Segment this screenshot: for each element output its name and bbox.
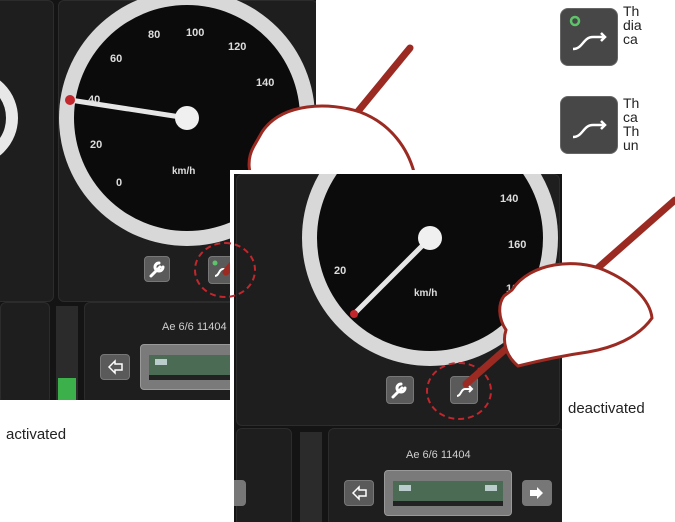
speed-tick-label: 80: [148, 29, 160, 41]
wrench-icon: [391, 382, 407, 399]
speed-tick-label: 160: [508, 239, 526, 251]
speed-unit-label: km/h: [414, 288, 437, 299]
loco-image: [384, 470, 512, 516]
arrow-left-icon: [351, 485, 367, 501]
left-gauge-ring: [0, 80, 18, 156]
speed-tick-label: 40: [88, 94, 100, 106]
previous-loco-button[interactable]: [344, 480, 374, 506]
arrow-left-icon: [107, 359, 123, 375]
deactivated-screenshot: 20 140 160 180 km/h Ae 6/6 11404: [230, 170, 562, 522]
caption-deactivated: deactivated: [568, 400, 645, 417]
legend-button-activated: [560, 8, 618, 66]
speed-tick-label: 60: [110, 53, 122, 65]
legend-button-deactivated: [560, 96, 618, 154]
control-bar: [0, 302, 50, 400]
settings-button[interactable]: [386, 376, 414, 404]
speed-tick-label: 140: [256, 77, 274, 89]
speed-tick-label: 20: [334, 265, 346, 277]
loco-name: Ae 6/6 11404: [162, 321, 227, 333]
needle-hub: [175, 106, 199, 130]
partial-arrow-button[interactable]: [234, 480, 246, 506]
highlight-ring-activated: [194, 242, 256, 298]
legend-text-deactivated: Th ca Th un: [623, 95, 640, 153]
previous-loco-button[interactable]: [100, 354, 130, 380]
speed-tick-label: 100: [186, 27, 204, 39]
speed-tick-label: 180: [506, 283, 524, 295]
target-speed-marker: [65, 95, 75, 105]
shunting-icon: [569, 15, 607, 51]
settings-button[interactable]: [144, 256, 170, 282]
control-bar: [236, 428, 292, 522]
wrench-icon: [149, 261, 165, 278]
speed-tick-label: 20: [90, 139, 102, 151]
speed-tick-label: 120: [228, 41, 246, 53]
needle-hub: [418, 226, 442, 250]
highlight-ring-deactivated: [426, 362, 492, 420]
speed-tick-label: 0: [116, 177, 122, 189]
speed-tick-label: 140: [500, 193, 518, 205]
target-speed-marker: [350, 310, 358, 318]
speed-unit-label: km/h: [172, 166, 195, 177]
legend-text-activated: Th dia ca: [623, 3, 642, 47]
arrow-right-icon: [530, 487, 543, 499]
loco-name: Ae 6/6 11404: [406, 449, 471, 461]
throttle-slider[interactable]: [56, 306, 78, 400]
shunting-icon: [572, 120, 607, 139]
throttle-level: [58, 378, 76, 400]
throttle-slider[interactable]: [300, 432, 322, 522]
next-loco-button[interactable]: [522, 480, 552, 506]
caption-activated: activated: [6, 426, 67, 443]
